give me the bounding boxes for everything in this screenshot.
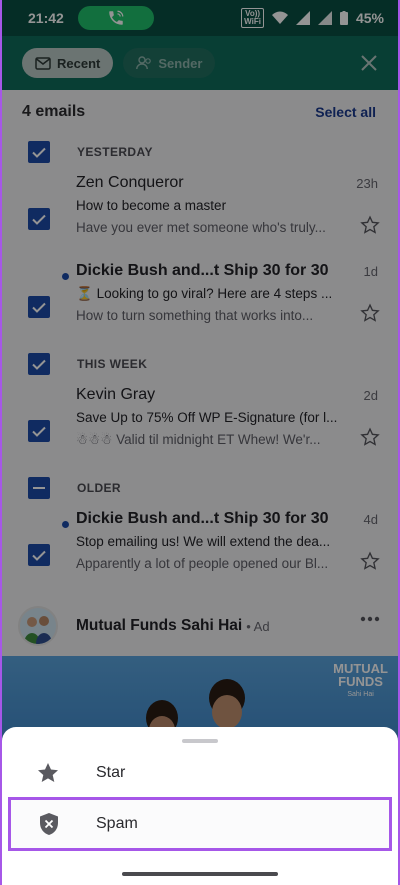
actions-bottom-sheet: Star Spam <box>2 727 398 885</box>
app-frame: 21:42 Vo)) WiFi 45% Recent Sender 4 emai… <box>2 0 398 885</box>
home-gesture-bar[interactable] <box>122 872 278 876</box>
shield-x-icon <box>40 813 58 835</box>
spam-action-label: Spam <box>96 815 138 832</box>
star-action-label: Star <box>96 764 126 781</box>
star-filled-icon <box>38 763 58 782</box>
sheet-drag-handle[interactable] <box>182 739 218 743</box>
navigation-bar <box>2 866 398 885</box>
spam-action[interactable]: Spam <box>8 797 392 851</box>
star-action[interactable]: Star <box>2 747 398 799</box>
